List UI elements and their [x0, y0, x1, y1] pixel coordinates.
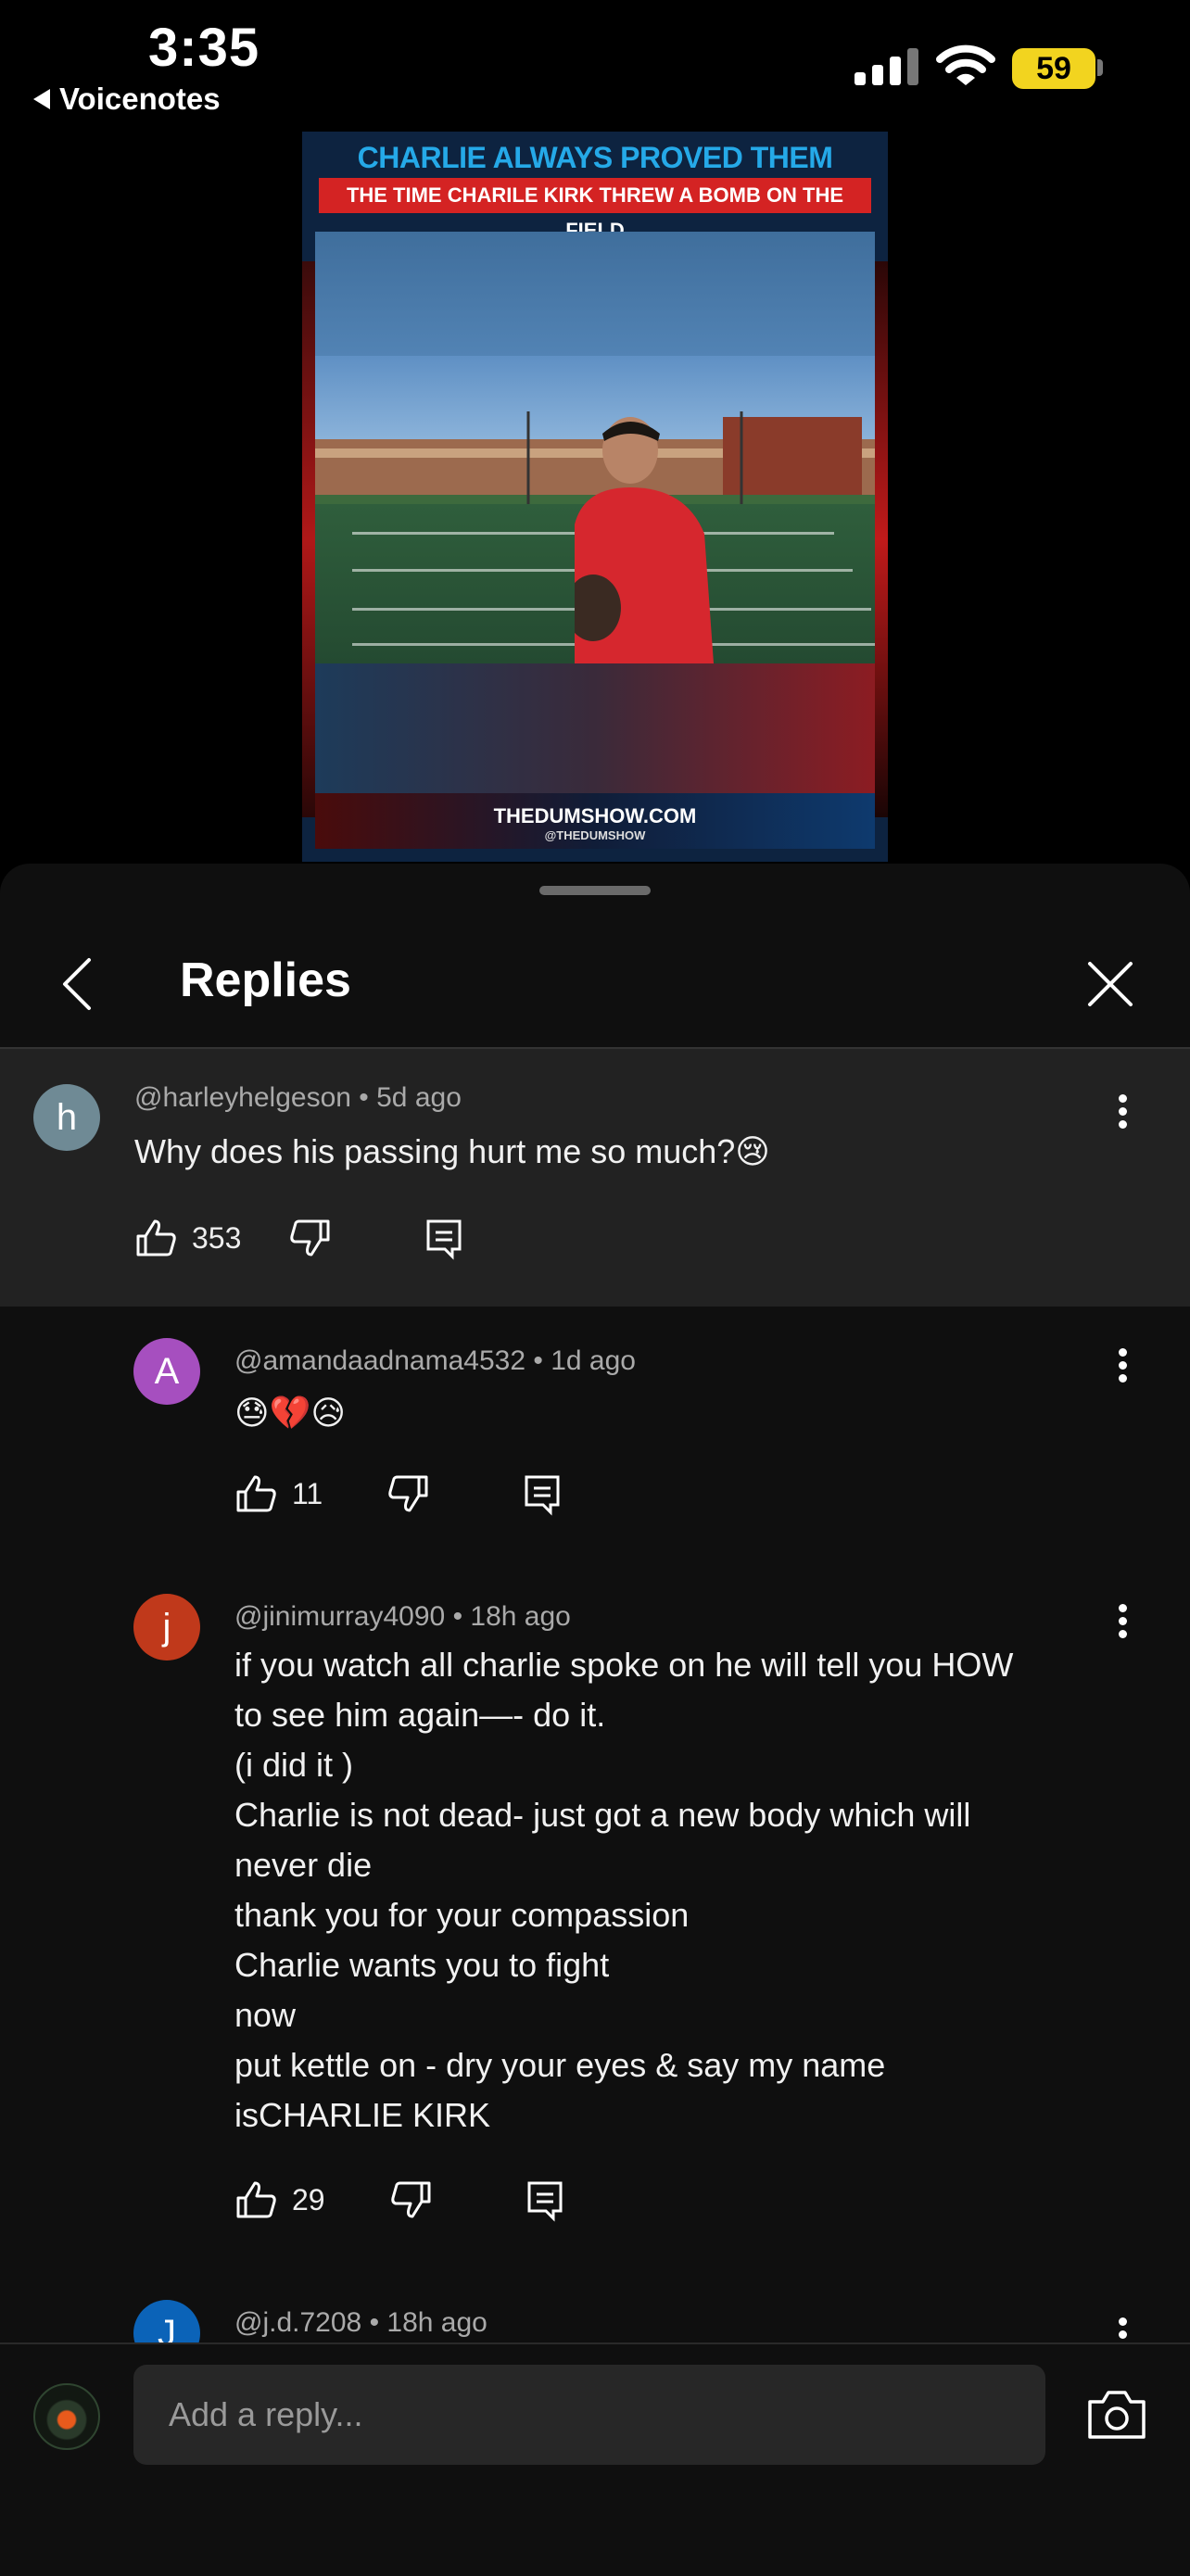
reply-icon[interactable]: [519, 1471, 563, 1516]
comment-author[interactable]: @jinimurray4090: [234, 1601, 445, 1632]
avatar-letter: h: [56, 1096, 78, 1138]
reply-icon[interactable]: [421, 1216, 465, 1260]
like-icon[interactable]: [234, 1471, 279, 1516]
like-icon[interactable]: [234, 2178, 279, 2222]
comment-line: (i did it ): [234, 1746, 354, 1784]
meta-separator: •: [369, 2307, 387, 2338]
comment-line: isCHARLIE KIRK: [234, 2096, 491, 2134]
person-figure: [575, 417, 714, 663]
dislike-icon[interactable]: [386, 1471, 430, 1516]
comment-line: put kettle on - dry your eyes & say my n…: [234, 2046, 886, 2084]
like-count: 29: [292, 2182, 325, 2216]
video-blurred-top: [315, 232, 875, 356]
brand-handle: @THEDUMSHOW: [544, 828, 646, 842]
comment-line: if you watch all charlie spoke on he wil…: [234, 1646, 1014, 1684]
wifi-icon: [936, 44, 995, 85]
like-icon[interactable]: [134, 1216, 179, 1260]
comment-actions: 29: [234, 2178, 566, 2222]
cellular-signal-icon: [855, 48, 918, 85]
status-bar: 3:35 Voicenotes 59: [0, 0, 1190, 130]
video-player[interactable]: CHARLIE ALWAYS PROVED THEM WRONG THE TIM…: [302, 132, 888, 862]
meta-separator: •: [359, 1082, 377, 1113]
back-arrow-icon[interactable]: [56, 954, 100, 1014]
video-frame: [315, 356, 875, 663]
back-to-app-button[interactable]: Voicenotes: [33, 82, 221, 117]
comment-actions: 11: [234, 1471, 563, 1516]
meta-separator: •: [452, 1601, 471, 1632]
more-options-icon[interactable]: [1116, 1599, 1129, 1655]
more-options-icon[interactable]: [1116, 1090, 1129, 1145]
comment-time: 18h ago: [386, 2307, 487, 2338]
meta-separator: •: [533, 1345, 551, 1376]
comment-text: 😓💔😥: [234, 1394, 346, 1432]
avatar-letter: j: [162, 1606, 171, 1648]
comment-author[interactable]: @harleyhelgeson: [134, 1082, 351, 1113]
replies-sheet: Replies h @harleyhelgeson • 5d ago Why d…: [0, 864, 1190, 2574]
parent-comment: h @harleyhelgeson • 5d ago Why does his …: [0, 1049, 1190, 1307]
like-count: 353: [192, 1220, 242, 1255]
avatar-letter: A: [154, 1350, 180, 1392]
back-app-label: Voicenotes: [59, 82, 221, 116]
like-count: 11: [292, 1476, 323, 1510]
comment-line: now: [234, 1996, 297, 2034]
avatar[interactable]: j: [133, 1594, 200, 1661]
video-blurred-bottom: [315, 663, 875, 793]
brand-logo-text: THEDUMSHOW.COM: [493, 804, 697, 827]
comment-author[interactable]: @j.d.7208: [234, 2307, 361, 2338]
comment-time: 5d ago: [376, 1082, 462, 1113]
comment-text: if you watch all charlie spoke on he wil…: [234, 1640, 1013, 2140]
video-brand-bar: THEDUMSHOW.COM @THEDUMSHOW: [315, 793, 875, 849]
user-avatar[interactable]: [33, 2383, 100, 2450]
comment-actions: 353: [134, 1216, 465, 1260]
battery-level: 59: [1036, 50, 1071, 86]
comment-line: thank you for your compassion: [234, 1896, 690, 1934]
comment-time: 1d ago: [551, 1345, 636, 1376]
comment-line: never die: [234, 1846, 373, 1884]
dislike-icon[interactable]: [388, 2178, 433, 2222]
back-triangle-icon: [33, 89, 50, 109]
dislike-icon[interactable]: [287, 1216, 332, 1260]
comment-time: 18h ago: [470, 1601, 571, 1632]
more-options-icon[interactable]: [1116, 1344, 1129, 1399]
clock: 3:35: [148, 18, 260, 78]
battery-tip: [1097, 59, 1103, 76]
close-icon[interactable]: [1084, 958, 1136, 1010]
camera-icon[interactable]: [1086, 2387, 1147, 2443]
reply-icon[interactable]: [522, 2178, 566, 2222]
battery-icon: 59: [1012, 48, 1095, 89]
comment-line: Charlie is not dead- just got a new body…: [234, 1796, 971, 1834]
comment-line: Charlie wants you to fight: [234, 1946, 610, 1984]
page-title: Replies: [180, 953, 351, 1007]
comment-author[interactable]: @amandaadnama4532: [234, 1345, 525, 1376]
video-subtitle-banner: THE TIME CHARILE KIRK THREW A BOMB ON TH…: [319, 178, 871, 242]
avatar[interactable]: A: [133, 1338, 200, 1405]
drag-handle[interactable]: [539, 886, 651, 895]
reply-input[interactable]: [133, 2365, 1045, 2465]
comment-line: to see him again—- do it.: [234, 1696, 606, 1734]
comment-text: Why does his passing hurt me so much?😢: [134, 1132, 770, 1170]
avatar[interactable]: h: [33, 1084, 100, 1151]
replies-header: Replies: [0, 917, 1190, 1047]
reply-composer: [0, 2342, 1190, 2576]
